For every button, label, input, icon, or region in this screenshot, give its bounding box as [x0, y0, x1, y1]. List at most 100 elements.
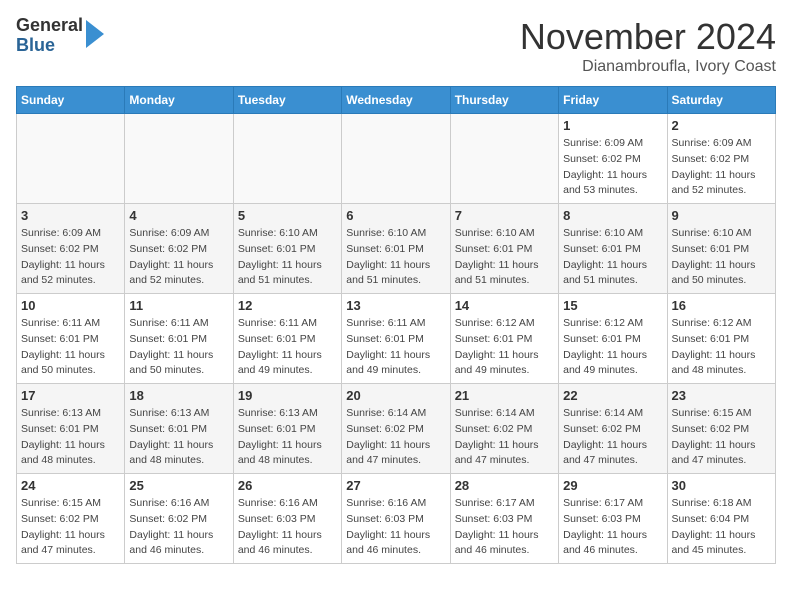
calendar-week-row: 10 Sunrise: 6:11 AMSunset: 6:01 PMDayligh… — [17, 294, 776, 384]
calendar-day-cell: 3Sunrise: 6:09 AMSunset: 6:02 PMDaylight… — [17, 204, 125, 294]
day-number: 11 — [129, 298, 228, 313]
day-info: Sunrise: 6:12 AMSunset: 6:01 PMDaylight:… — [563, 316, 662, 379]
day-number: 7 — [455, 208, 554, 223]
calendar-day-cell: 26 Sunrise: 6:16 AMSunset: 6:03 PMDayligh… — [233, 474, 341, 564]
logo-general: General — [16, 16, 83, 36]
calendar-day-cell: 11Sunrise: 6:11 AMSunset: 6:01 PMDayligh… — [125, 294, 233, 384]
calendar-day-cell: 20Sunrise: 6:14 AMSunset: 6:02 PMDayligh… — [342, 384, 450, 474]
calendar-day-cell: 15 Sunrise: 6:12 AMSunset: 6:01 PMDayligh… — [559, 294, 667, 384]
day-number: 16 — [672, 298, 771, 313]
day-info: Sunrise: 6:18 AMSunset: 6:04 PMDaylight:… — [672, 496, 771, 559]
logo-triangle-icon — [86, 20, 104, 48]
weekday-header-saturday: Saturday — [667, 87, 775, 114]
calendar-day-cell: 10 Sunrise: 6:11 AMSunset: 6:01 PMDayligh… — [17, 294, 125, 384]
day-number: 10 — [21, 298, 120, 313]
calendar-day-cell: 6 Sunrise: 6:10 AMSunset: 6:01 PMDaylight… — [342, 204, 450, 294]
calendar-week-row: 1 Sunrise: 6:09 AMSunset: 6:02 PMDaylight… — [17, 114, 776, 204]
calendar-day-cell: 1 Sunrise: 6:09 AMSunset: 6:02 PMDaylight… — [559, 114, 667, 204]
calendar-day-cell: 22Sunrise: 6:14 AMSunset: 6:02 PMDayligh… — [559, 384, 667, 474]
logo-blue: Blue — [16, 36, 83, 56]
calendar-empty-cell — [450, 114, 558, 204]
day-info: Sunrise: 6:10 AMSunset: 6:01 PMDaylight:… — [563, 226, 662, 289]
calendar-empty-cell — [233, 114, 341, 204]
calendar-day-cell: 16 Sunrise: 6:12 AMSunset: 6:01 PMDayligh… — [667, 294, 775, 384]
weekday-header-sunday: Sunday — [17, 87, 125, 114]
day-info: Sunrise: 6:10 AMSunset: 6:01 PMDaylight:… — [672, 226, 771, 289]
day-info: Sunrise: 6:12 AMSunset: 6:01 PMDaylight:… — [455, 316, 554, 379]
day-info: Sunrise: 6:15 AMSunset: 6:02 PMDaylight:… — [672, 406, 771, 469]
day-number: 15 — [563, 298, 662, 313]
day-info: Sunrise: 6:13 AMSunset: 6:01 PMDaylight:… — [238, 406, 337, 469]
day-number: 4 — [129, 208, 228, 223]
calendar-day-cell: 13 Sunrise: 6:11 AMSunset: 6:01 PMDayligh… — [342, 294, 450, 384]
day-number: 26 — [238, 478, 337, 493]
day-info: Sunrise: 6:16 AMSunset: 6:03 PMDaylight:… — [238, 496, 337, 559]
weekday-header-monday: Monday — [125, 87, 233, 114]
day-info: Sunrise: 6:11 AMSunset: 6:01 PMDaylight:… — [346, 316, 445, 379]
calendar-day-cell: 2 Sunrise: 6:09 AMSunset: 6:02 PMDaylight… — [667, 114, 775, 204]
day-info: Sunrise: 6:10 AMSunset: 6:01 PMDaylight:… — [346, 226, 445, 289]
day-info: Sunrise: 6:10 AMSunset: 6:01 PMDaylight:… — [455, 226, 554, 289]
day-number: 28 — [455, 478, 554, 493]
logo-text-block: General Blue — [16, 16, 104, 56]
calendar-day-cell: 18 Sunrise: 6:13 AMSunset: 6:01 PMDayligh… — [125, 384, 233, 474]
day-number: 5 — [238, 208, 337, 223]
calendar-day-cell: 28 Sunrise: 6:17 AMSunset: 6:03 PMDayligh… — [450, 474, 558, 564]
calendar-day-cell: 17 Sunrise: 6:13 AMSunset: 6:01 PMDayligh… — [17, 384, 125, 474]
day-number: 25 — [129, 478, 228, 493]
calendar-day-cell: 4Sunrise: 6:09 AMSunset: 6:02 PMDaylight… — [125, 204, 233, 294]
day-info: Sunrise: 6:09 AMSunset: 6:02 PMDaylight:… — [672, 136, 771, 199]
day-number: 12 — [238, 298, 337, 313]
calendar-day-cell: 24 Sunrise: 6:15 AMSunset: 6:02 PMDayligh… — [17, 474, 125, 564]
day-info: Sunrise: 6:13 AMSunset: 6:01 PMDaylight:… — [21, 406, 120, 469]
day-number: 19 — [238, 388, 337, 403]
day-info: Sunrise: 6:14 AMSunset: 6:02 PMDaylight:… — [455, 406, 554, 469]
day-info: Sunrise: 6:09 AMSunset: 6:02 PMDaylight:… — [563, 136, 662, 199]
calendar-day-cell: 27 Sunrise: 6:16 AMSunset: 6:03 PMDayligh… — [342, 474, 450, 564]
logo: General Blue — [16, 16, 104, 56]
calendar-empty-cell — [342, 114, 450, 204]
day-number: 17 — [21, 388, 120, 403]
day-info: Sunrise: 6:16 AMSunset: 6:02 PMDaylight:… — [129, 496, 228, 559]
calendar-day-cell: 19 Sunrise: 6:13 AMSunset: 6:01 PMDayligh… — [233, 384, 341, 474]
calendar-week-row: 3Sunrise: 6:09 AMSunset: 6:02 PMDaylight… — [17, 204, 776, 294]
day-info: Sunrise: 6:10 AMSunset: 6:01 PMDaylight:… — [238, 226, 337, 289]
calendar-empty-cell — [125, 114, 233, 204]
title-area: November 2024 Dianambroufla, Ivory Coast — [520, 16, 776, 76]
day-number: 9 — [672, 208, 771, 223]
calendar-week-row: 17 Sunrise: 6:13 AMSunset: 6:01 PMDayligh… — [17, 384, 776, 474]
day-info: Sunrise: 6:11 AMSunset: 6:01 PMDaylight:… — [21, 316, 120, 379]
day-number: 6 — [346, 208, 445, 223]
day-info: Sunrise: 6:14 AMSunset: 6:02 PMDaylight:… — [563, 406, 662, 469]
day-number: 13 — [346, 298, 445, 313]
day-number: 27 — [346, 478, 445, 493]
day-info: Sunrise: 6:17 AMSunset: 6:03 PMDaylight:… — [563, 496, 662, 559]
calendar-table: SundayMondayTuesdayWednesdayThursdayFrid… — [16, 86, 776, 564]
calendar-empty-cell — [17, 114, 125, 204]
day-info: Sunrise: 6:15 AMSunset: 6:02 PMDaylight:… — [21, 496, 120, 559]
page-header: General Blue November 2024 Dianambroufla… — [16, 16, 776, 76]
weekday-header-row: SundayMondayTuesdayWednesdayThursdayFrid… — [17, 87, 776, 114]
calendar-day-cell: 30Sunrise: 6:18 AMSunset: 6:04 PMDayligh… — [667, 474, 775, 564]
day-info: Sunrise: 6:16 AMSunset: 6:03 PMDaylight:… — [346, 496, 445, 559]
calendar-day-cell: 7 Sunrise: 6:10 AMSunset: 6:01 PMDaylight… — [450, 204, 558, 294]
day-number: 18 — [129, 388, 228, 403]
calendar-day-cell: 23 Sunrise: 6:15 AMSunset: 6:02 PMDayligh… — [667, 384, 775, 474]
day-number: 2 — [672, 118, 771, 133]
day-number: 3 — [21, 208, 120, 223]
calendar-day-cell: 8Sunrise: 6:10 AMSunset: 6:01 PMDaylight… — [559, 204, 667, 294]
calendar-week-row: 24 Sunrise: 6:15 AMSunset: 6:02 PMDayligh… — [17, 474, 776, 564]
day-number: 23 — [672, 388, 771, 403]
month-title: November 2024 — [520, 16, 776, 58]
day-number: 24 — [21, 478, 120, 493]
day-number: 20 — [346, 388, 445, 403]
day-info: Sunrise: 6:17 AMSunset: 6:03 PMDaylight:… — [455, 496, 554, 559]
day-info: Sunrise: 6:13 AMSunset: 6:01 PMDaylight:… — [129, 406, 228, 469]
weekday-header-tuesday: Tuesday — [233, 87, 341, 114]
day-info: Sunrise: 6:12 AMSunset: 6:01 PMDaylight:… — [672, 316, 771, 379]
day-number: 1 — [563, 118, 662, 133]
weekday-header-thursday: Thursday — [450, 87, 558, 114]
calendar-day-cell: 5 Sunrise: 6:10 AMSunset: 6:01 PMDaylight… — [233, 204, 341, 294]
weekday-header-wednesday: Wednesday — [342, 87, 450, 114]
calendar-day-cell: 14Sunrise: 6:12 AMSunset: 6:01 PMDayligh… — [450, 294, 558, 384]
